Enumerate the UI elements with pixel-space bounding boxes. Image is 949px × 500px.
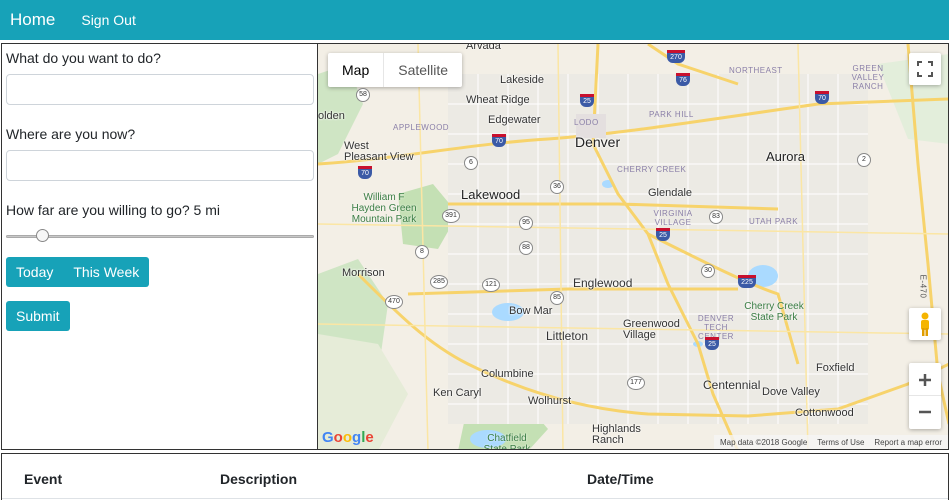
report-map-error-link[interactable]: Report a map error bbox=[874, 438, 942, 447]
zoom-control bbox=[909, 363, 941, 429]
terms-of-use-link[interactable]: Terms of Use bbox=[817, 438, 864, 447]
pegman-icon bbox=[921, 312, 929, 336]
map-data-credit: Map data ©2018 Google bbox=[719, 437, 808, 447]
map-label-denver: Denver bbox=[575, 134, 621, 150]
map-district-cherry-creek: CHERRY CREEK bbox=[617, 165, 687, 174]
search-form-panel: What do you want to do? Where are you no… bbox=[1, 43, 318, 450]
submit-button[interactable]: Submit bbox=[6, 301, 70, 331]
e470-label: E-470 bbox=[918, 274, 928, 299]
map-label-golden: olden bbox=[318, 110, 345, 122]
i225-shield-icon: 225 bbox=[738, 275, 756, 288]
route-6-shield-icon: 6 bbox=[464, 156, 478, 170]
google-logo[interactable]: Google bbox=[322, 429, 374, 446]
route-95-shield-icon: 95 bbox=[519, 216, 533, 230]
route-85-shield-icon: 85 bbox=[550, 291, 564, 305]
route-285-shield-icon: 285 bbox=[430, 275, 448, 289]
satellite-tab[interactable]: Satellite bbox=[384, 53, 462, 87]
distance-label: How far are you willing to go? 5 mi bbox=[6, 202, 220, 218]
map-label-lakewood: Lakewood bbox=[461, 187, 521, 202]
i70-east-shield-icon: 70 bbox=[815, 91, 829, 104]
today-button[interactable]: Today bbox=[6, 257, 64, 287]
where-input[interactable] bbox=[6, 150, 314, 181]
map-label-wheat-ridge: Wheat Ridge bbox=[466, 94, 530, 106]
map-label-wolhurst: Wolhurst bbox=[528, 395, 572, 407]
map-label-centennial: Centennial bbox=[703, 378, 761, 392]
map-label-arvada: Arvada bbox=[466, 43, 501, 52]
i70-mid-shield-icon: 70 bbox=[492, 134, 506, 147]
timeframe-button-group: Today This Week bbox=[6, 257, 150, 287]
map-label-greenwood-village: Greenwood Village bbox=[623, 318, 680, 341]
map-label-columbine: Columbine bbox=[481, 368, 534, 380]
route-36-shield-icon: 36 bbox=[550, 180, 564, 194]
map-label-bow-mar: Bow Mar bbox=[509, 305, 553, 317]
route-391-shield-icon: 391 bbox=[442, 209, 460, 223]
map-district-northeast: NORTHEAST bbox=[729, 66, 783, 75]
map-label-littleton: Littleton bbox=[546, 329, 589, 343]
sign-out-link[interactable]: Sign Out bbox=[81, 12, 135, 28]
what-input[interactable] bbox=[6, 74, 314, 105]
i25-north-shield-icon: 25 bbox=[580, 94, 594, 107]
map-district-green-valley-ranch: GREEN VALLEY RANCH bbox=[851, 64, 885, 91]
map-park-hayden: William F Hayden Green Mountain Park bbox=[351, 192, 417, 225]
what-label: What do you want to do? bbox=[6, 50, 161, 66]
plus-icon bbox=[919, 373, 931, 386]
map-park-cherry-creek: Cherry Creek State Park bbox=[744, 301, 804, 323]
route-177-shield-icon: 177 bbox=[627, 376, 645, 390]
map-label-dove-valley: Dove Valley bbox=[762, 386, 820, 398]
map-label-englewood: Englewood bbox=[573, 276, 633, 290]
map-label-glendale: Glendale bbox=[648, 187, 693, 199]
map-district-applewood: APPLEWOOD bbox=[393, 123, 450, 132]
map-tab[interactable]: Map bbox=[328, 53, 385, 87]
event-column-header: Event bbox=[2, 460, 220, 499]
fullscreen-icon bbox=[917, 61, 933, 77]
home-link[interactable]: Home bbox=[10, 10, 55, 30]
map-label-aurora: Aurora bbox=[766, 149, 806, 164]
map-district-lodo: LODO bbox=[574, 118, 599, 127]
map-label-cottonwood: Cottonwood bbox=[795, 407, 854, 419]
map-label-ken-caryl: Ken Caryl bbox=[433, 387, 482, 399]
route-470-shield-icon: 470 bbox=[385, 295, 403, 309]
route-83-shield-icon: 83 bbox=[709, 210, 723, 224]
map-district-park-hill: PARK HILL bbox=[649, 110, 694, 119]
events-table-panel: Event Description Date/Time bbox=[1, 453, 949, 500]
where-label: Where are you now? bbox=[6, 126, 136, 142]
route-2-shield-icon: 2 bbox=[857, 153, 871, 167]
route-88-shield-icon: 88 bbox=[519, 241, 533, 255]
route-58-shield-icon: 58 bbox=[356, 88, 370, 102]
map-label-west-pleasant-view: West Pleasant View bbox=[344, 140, 414, 163]
distance-slider[interactable] bbox=[6, 226, 314, 246]
map-label-morrison: Morrison bbox=[342, 267, 385, 279]
this-week-button[interactable]: This Week bbox=[63, 257, 150, 287]
route-121-shield-icon: 121 bbox=[482, 278, 500, 292]
i270-shield-icon: 270 bbox=[667, 50, 685, 63]
events-table-header-row: Event Description Date/Time bbox=[2, 460, 948, 499]
map-label-edgewater: Edgewater bbox=[488, 114, 541, 126]
minus-icon bbox=[919, 410, 931, 414]
i25-mid-shield-icon: 25 bbox=[656, 228, 670, 241]
datetime-column-header: Date/Time bbox=[587, 460, 948, 499]
navbar: Home Sign Out bbox=[0, 0, 949, 40]
map-view[interactable]: Map Satellite Arvada Lakeside Wheat Ridg… bbox=[318, 43, 949, 450]
map-park-chatfield: Chatfield State Park bbox=[483, 433, 531, 450]
route-30-shield-icon: 30 bbox=[701, 264, 715, 278]
map-label-lakeside: Lakeside bbox=[500, 74, 545, 86]
zoom-in-button[interactable] bbox=[909, 364, 941, 396]
map-attribution: Map data ©2018 Google Terms of Use Repor… bbox=[713, 435, 948, 449]
description-column-header: Description bbox=[220, 460, 587, 499]
events-table: Event Description Date/Time bbox=[2, 460, 948, 499]
map-district-virginia-village: VIRGINIA VILLAGE bbox=[653, 209, 693, 227]
distance-slider-thumb[interactable] bbox=[35, 229, 49, 242]
map-label-highlands-ranch: Highlands Ranch bbox=[592, 423, 641, 446]
i70-west-shield-icon: 70 bbox=[358, 166, 372, 179]
zoom-out-button[interactable] bbox=[909, 396, 941, 428]
distance-slider-track[interactable] bbox=[6, 235, 314, 238]
map-district-utah-park: UTAH PARK bbox=[749, 217, 799, 226]
street-view-pegman[interactable] bbox=[909, 308, 941, 340]
map-type-control: Map Satellite bbox=[328, 53, 463, 87]
i76-shield-icon: 76 bbox=[676, 73, 690, 86]
map-label-foxfield: Foxfield bbox=[816, 362, 855, 374]
i25-south-shield-icon: 25 bbox=[705, 337, 719, 350]
fullscreen-button[interactable] bbox=[909, 53, 941, 85]
route-8-shield-icon: 8 bbox=[415, 245, 429, 259]
